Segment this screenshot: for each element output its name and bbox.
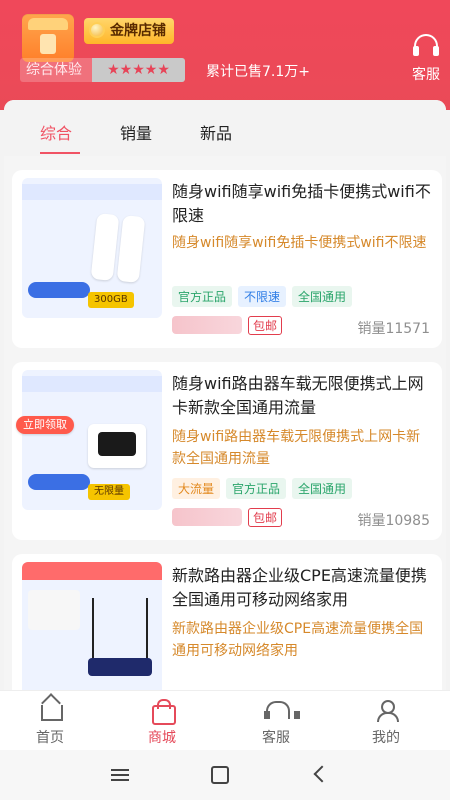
tag: 大流量 — [172, 478, 221, 499]
product-subtitle: 随身wifi随享wifi免插卡便携式wifi不限速 — [172, 235, 427, 251]
product-subtitle: 随身wifi路由器车载无限便携式上网卡新款全国通用流量 — [172, 429, 421, 467]
total-sold: 累计已售7.1万+ — [206, 64, 310, 80]
product-card[interactable]: 新款路由器企业级CPE高速流量便携全国通用可移动网络家用 新款路由器企业级CPE… — [12, 554, 442, 690]
shop-icon — [150, 699, 176, 725]
product-subtitle: 新款路由器企业级CPE高速流量便携全国通用可移动网络家用 — [172, 621, 424, 659]
active-tab-indicator — [40, 152, 80, 154]
menu-icon[interactable] — [108, 764, 132, 786]
tag: 官方正品 — [226, 478, 287, 499]
gold-store-badge: 金牌店铺 — [84, 18, 174, 44]
sales-count: 销量11571 — [357, 321, 430, 337]
product-tags: 官方正品 不限速 全国通用 — [172, 286, 353, 307]
product-title[interactable]: 随身wifi路由器车载无限便携式上网卡新款全国通用流量 — [172, 372, 432, 420]
rating-label: 综合体验 — [26, 62, 82, 78]
tab-comprehensive[interactable]: 综合 — [40, 120, 72, 144]
product-title[interactable]: 随身wifi随享wifi免插卡便携式wifi不限速 — [172, 180, 432, 228]
store-logo — [22, 14, 74, 62]
free-shipping-badge: 包邮 — [248, 316, 283, 335]
tab-new[interactable]: 新品 — [200, 120, 232, 144]
user-icon — [374, 699, 399, 722]
nav-home[interactable]: 首页 — [20, 699, 80, 747]
headset-icon — [264, 699, 300, 721]
tag: 不限速 — [238, 286, 287, 307]
claim-coupon-button[interactable]: 立即领取 — [16, 416, 74, 434]
product-image: 300GB — [22, 178, 162, 318]
product-title[interactable]: 新款路由器企业级CPE高速流量便携全国通用可移动网络家用 — [172, 564, 432, 612]
nav-home-label: 首页 — [36, 730, 64, 746]
nav-shop[interactable]: 商城 — [132, 699, 192, 747]
product-image — [22, 562, 162, 690]
nav-service-label: 客服 — [262, 730, 290, 746]
home-icon — [38, 699, 63, 721]
star-rating: ★★★★★ — [92, 58, 185, 82]
headset-icon — [413, 34, 439, 56]
free-shipping-badge: 包邮 — [248, 508, 283, 527]
nav-me[interactable]: 我的 — [356, 699, 416, 747]
bottom-navigation: 首页 商城 客服 我的 — [0, 690, 450, 750]
system-navigation-bar — [0, 750, 450, 800]
sales-count: 销量10985 — [357, 513, 430, 529]
nav-me-label: 我的 — [372, 730, 400, 746]
rating-bar: 综合体验 ★★★★★ — [20, 58, 185, 82]
nav-shop-label: 商城 — [148, 730, 176, 746]
tab-sales[interactable]: 销量 — [120, 120, 152, 144]
home-square-icon[interactable] — [208, 764, 232, 786]
tag: 全国通用 — [292, 478, 353, 499]
product-card[interactable]: 300GB 随身wifi随享wifi免插卡便携式wifi不限速 随身wifi随享… — [12, 170, 442, 348]
gold-store-badge-label: 金牌店铺 — [110, 23, 166, 39]
tag: 全国通用 — [292, 286, 353, 307]
back-icon[interactable] — [308, 764, 332, 786]
product-panel: 综合 销量 新品 300GB 随身wifi随享wifi免插卡便携式wifi不限速… — [4, 100, 446, 690]
nav-service[interactable]: 客服 — [246, 699, 306, 747]
tag: 官方正品 — [172, 286, 233, 307]
customer-service-label: 客服 — [412, 67, 440, 83]
price-redacted — [172, 508, 242, 526]
medal-icon — [89, 22, 105, 38]
product-image: 无限量 — [22, 370, 162, 510]
price-redacted — [172, 316, 242, 334]
store-header: 金牌店铺 综合体验 ★★★★★ 累计已售7.1万+ 客服 — [0, 0, 450, 110]
sort-tabs: 综合 销量 新品 — [4, 100, 446, 156]
product-card[interactable]: 无限量 随身wifi路由器车载无限便携式上网卡新款全国通用流量 随身wifi路由… — [12, 362, 442, 540]
product-tags: 大流量 官方正品 全国通用 — [172, 478, 353, 499]
